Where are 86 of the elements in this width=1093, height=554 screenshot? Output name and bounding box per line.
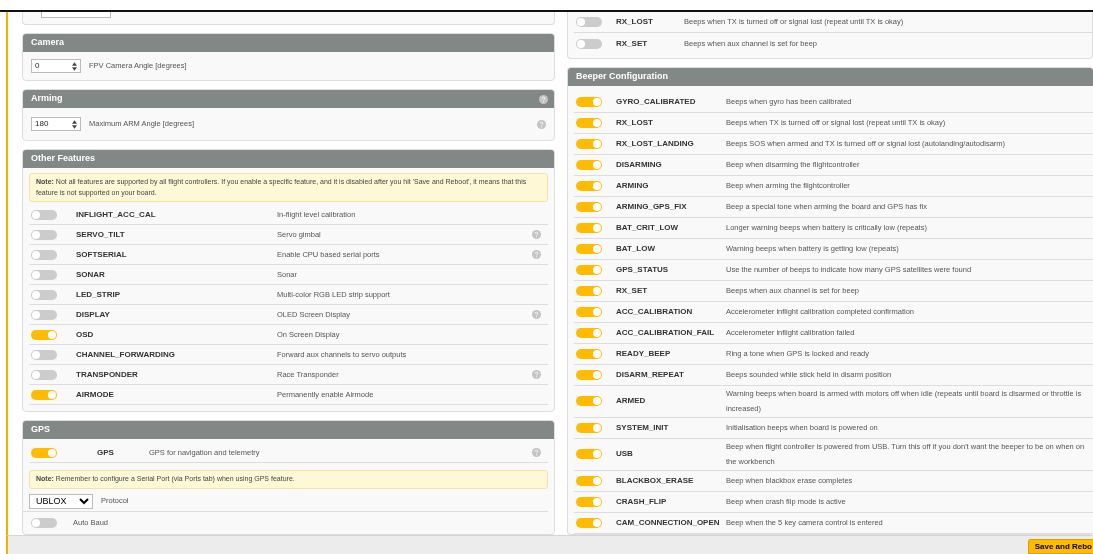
beep-name: GYRO_CALIBRATED bbox=[616, 96, 697, 108]
panel-title: Other Features bbox=[31, 152, 96, 166]
toggle-switch[interactable] bbox=[31, 447, 57, 458]
feature-name: SONAR bbox=[76, 268, 106, 281]
toggle-switch[interactable] bbox=[31, 269, 57, 280]
toggle-switch[interactable] bbox=[31, 309, 57, 320]
feature-name: LED_STRIP bbox=[76, 288, 121, 301]
toggle-switch[interactable] bbox=[576, 181, 602, 191]
beep-name: CAM_CONNECTION_OPEN bbox=[616, 516, 721, 529]
toggle-switch[interactable] bbox=[576, 139, 602, 149]
toggle-switch[interactable] bbox=[576, 160, 602, 170]
toggle-switch[interactable] bbox=[31, 329, 57, 340]
toggle-switch[interactable] bbox=[31, 229, 57, 240]
feature-name: OSD bbox=[76, 328, 95, 341]
protocol-select[interactable]: UBLOX bbox=[29, 493, 93, 509]
toggle-switch[interactable] bbox=[576, 265, 602, 275]
feature-name: CHANNEL_FORWARDING bbox=[76, 348, 176, 361]
number-field[interactable]: 180 bbox=[31, 117, 81, 131]
beep-name: USB bbox=[616, 448, 634, 461]
beep-name: SYSTEM_INIT bbox=[616, 421, 670, 434]
help-icon[interactable] bbox=[532, 370, 541, 380]
toggle-switch[interactable] bbox=[31, 389, 57, 400]
spinner-icon[interactable] bbox=[72, 61, 77, 71]
help-icon[interactable] bbox=[532, 250, 541, 260]
beep-name: DISARM_REPEAT bbox=[616, 369, 685, 381]
toggle-switch[interactable] bbox=[576, 496, 602, 507]
beep-name: BAT_LOW bbox=[616, 243, 656, 255]
beep-name: GPS_STATUS bbox=[616, 264, 670, 276]
toggle-switch[interactable] bbox=[576, 202, 602, 212]
beep-name: RX_LOST_LANDING bbox=[616, 138, 695, 150]
toggle-switch[interactable] bbox=[31, 517, 57, 528]
beep-name: RX_LOST bbox=[616, 16, 654, 28]
toggle-switch[interactable] bbox=[576, 223, 602, 233]
panel-title: GPS bbox=[31, 423, 50, 437]
toggle-switch[interactable] bbox=[576, 307, 602, 317]
feature-name: SERVO_TILT bbox=[76, 228, 126, 241]
help-icon[interactable] bbox=[532, 230, 541, 240]
beep-name: BAT_CRIT_LOW bbox=[616, 222, 680, 234]
panel-title: Arming bbox=[31, 92, 63, 106]
toggle-switch[interactable] bbox=[576, 396, 602, 407]
beep-name: BLACKBOX_ERASE bbox=[616, 474, 695, 487]
toggle-switch[interactable] bbox=[576, 349, 602, 359]
beep-name: READY_BEEP bbox=[616, 348, 672, 360]
help-icon[interactable] bbox=[537, 119, 546, 129]
beep-name: RX_SET bbox=[616, 285, 649, 297]
toggle-switch[interactable] bbox=[576, 97, 602, 107]
toggle-switch[interactable] bbox=[576, 17, 602, 27]
toggle-switch[interactable] bbox=[31, 369, 57, 380]
toggle-switch[interactable] bbox=[576, 286, 602, 296]
save-and-reboot-button[interactable]: Save and Rebo bbox=[1027, 539, 1093, 554]
toggle-switch[interactable] bbox=[31, 289, 57, 300]
beep-name: CRASH_FLIP bbox=[616, 495, 668, 508]
feature-name: SOFTSERIAL bbox=[76, 248, 128, 261]
toggle-switch[interactable] bbox=[576, 38, 602, 49]
help-icon[interactable] bbox=[532, 310, 541, 320]
number-field[interactable]: 0 bbox=[31, 59, 81, 73]
beep-name: ARMING_GPS_FIX bbox=[616, 201, 688, 213]
toggle-switch[interactable] bbox=[576, 449, 602, 460]
help-icon[interactable] bbox=[539, 94, 548, 104]
panel-title: Camera bbox=[31, 36, 65, 50]
feature-name: DISPLAY bbox=[76, 308, 111, 321]
beep-name: DISARMING bbox=[616, 159, 663, 171]
number-field[interactable] bbox=[41, 12, 111, 18]
feature-name: AIRMODE bbox=[76, 388, 115, 401]
beep-name: ACC_CALIBRATION bbox=[616, 306, 694, 318]
beep-name: ARMED bbox=[616, 395, 647, 408]
feature-name: TRANSPONDER bbox=[76, 368, 139, 381]
spinner-icon[interactable] bbox=[72, 119, 77, 129]
feature-name: GPS bbox=[97, 446, 115, 459]
beep-name: RX_LOST bbox=[616, 117, 654, 129]
feature-name: INFLIGHT_ACC_CAL bbox=[76, 208, 157, 221]
toggle-switch[interactable] bbox=[576, 244, 602, 254]
beep-name: ARMING bbox=[616, 180, 650, 192]
toggle-switch[interactable] bbox=[576, 422, 602, 433]
beep-name: ACC_CALIBRATION_FAIL bbox=[616, 327, 716, 339]
toggle-switch[interactable] bbox=[31, 209, 57, 220]
toggle-switch[interactable] bbox=[576, 118, 602, 128]
toggle-switch[interactable] bbox=[576, 517, 602, 528]
toggle-switch[interactable] bbox=[576, 370, 602, 380]
toggle-switch[interactable] bbox=[31, 349, 57, 360]
panel-title: Beeper Configuration bbox=[576, 70, 668, 84]
beep-name: RX_SET bbox=[616, 37, 649, 50]
toggle-switch[interactable] bbox=[31, 249, 57, 260]
help-icon[interactable] bbox=[532, 448, 541, 458]
toggle-switch[interactable] bbox=[576, 328, 602, 338]
toggle-switch[interactable] bbox=[576, 475, 602, 486]
